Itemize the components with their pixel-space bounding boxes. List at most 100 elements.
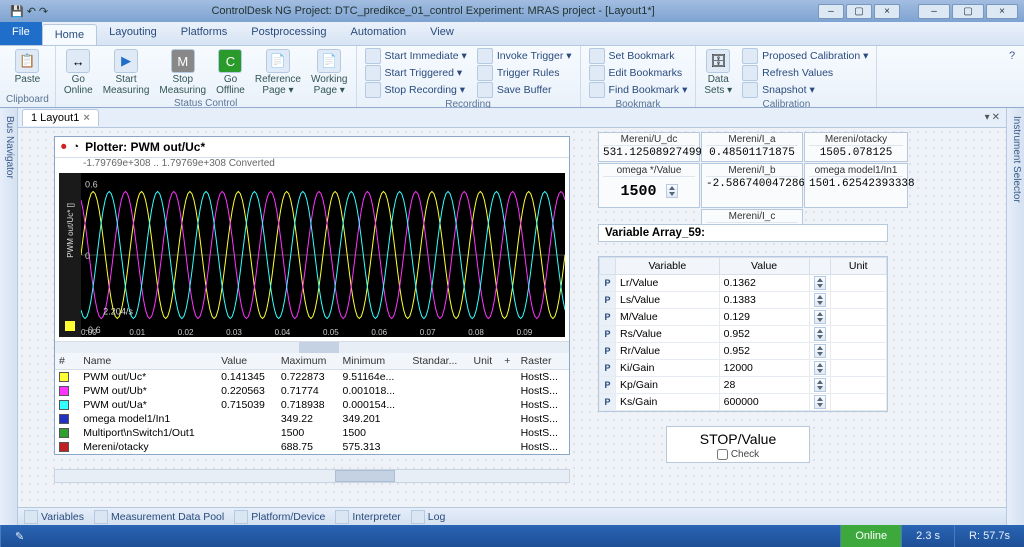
stop-measuring-button[interactable]: MStop Measuring — [157, 48, 208, 97]
ribbon: 📋Paste Clipboard ↔Go Online ▶Start Measu… — [0, 46, 1024, 108]
edit-bookmarks-button[interactable]: Edit Bookmarks — [589, 65, 688, 81]
minimize-button[interactable]: – — [918, 4, 950, 19]
stepper-icon[interactable] — [814, 276, 826, 290]
btab-platform-device[interactable]: Platform/Device — [234, 510, 325, 524]
readout-cell: omega model1/In11501.62542393338 — [804, 163, 908, 208]
stepper-icon[interactable] — [814, 378, 826, 392]
side-bus-navigator[interactable]: Bus Navigator — [3, 112, 16, 521]
stepper-icon[interactable] — [814, 327, 826, 341]
undo-icon[interactable]: ↶ — [27, 5, 36, 18]
stepper-icon[interactable] — [814, 344, 826, 358]
inner-close-button[interactable]: × — [874, 4, 900, 19]
svg-text:0.06: 0.06 — [371, 328, 387, 337]
table-row[interactable]: PKp/Gain28 — [600, 377, 887, 394]
table-row[interactable]: PWM out/Ua*0.7150390.7189380.000154...Ho… — [55, 398, 569, 412]
proposed-calibration-button[interactable]: Proposed Calibration ▾ — [742, 48, 868, 64]
table-row[interactable]: PLs/Value0.1383 — [600, 292, 887, 309]
tab-view[interactable]: View — [418, 22, 466, 45]
btab-interpreter[interactable]: Interpreter — [335, 510, 400, 524]
plot-scrollbar[interactable] — [55, 341, 569, 353]
table-row[interactable]: PRr/Value0.952 — [600, 343, 887, 360]
status-edit-icon[interactable]: ✎ — [0, 525, 38, 547]
panel-close-icon[interactable]: ✕ — [992, 112, 1000, 123]
redo-icon[interactable]: ↷ — [39, 5, 48, 18]
stepper-icon[interactable] — [814, 395, 826, 409]
close-icon[interactable]: × — [83, 112, 89, 124]
table-row[interactable]: Multiport\nSwitch1/Out115001500HostS... — [55, 426, 569, 440]
dock-icon[interactable]: ▾ — [985, 112, 990, 123]
canvas-hscrollbar[interactable] — [54, 469, 570, 483]
snapshot-button[interactable]: Snapshot ▾ — [742, 82, 868, 98]
stop-recording-button[interactable]: Stop Recording ▾ — [365, 82, 467, 98]
btab-variables[interactable]: Variables — [24, 510, 84, 524]
inner-minimize-button[interactable]: – — [818, 4, 844, 19]
bottom-tabstrip: Variables Measurement Data Pool Platform… — [18, 507, 1006, 525]
svg-text:0.05: 0.05 — [323, 328, 339, 337]
working-page-button[interactable]: 📄Working Page ▾ — [309, 48, 350, 97]
tab-platforms[interactable]: Platforms — [169, 22, 239, 45]
table-row[interactable]: PLr/Value0.1362 — [600, 275, 887, 292]
find-bookmark-button[interactable]: Find Bookmark ▾ — [589, 82, 688, 98]
trigger-rules-button[interactable]: Trigger Rules — [477, 65, 572, 81]
svg-text:0.02: 0.02 — [178, 328, 194, 337]
stop-label: STOP/Value — [667, 431, 809, 447]
stepper-icon[interactable] — [814, 310, 826, 324]
signal-table: #NameValueMaximumMinimumStandar...Unit+R… — [55, 353, 569, 454]
start-measuring-button[interactable]: ▶Start Measuring — [101, 48, 152, 97]
tab-file[interactable]: File — [0, 22, 42, 45]
titlebar: 💾 ↶ ↷ ControlDesk NG Project: DTC_predik… — [0, 0, 1024, 22]
ribbon-help-icon[interactable]: ? — [1000, 46, 1024, 107]
layout-tab-label: 1 Layout1 — [31, 112, 79, 124]
side-instrument-selector[interactable]: Instrument Selector — [1010, 112, 1023, 521]
status-elapsed: 2.3 s — [901, 525, 954, 547]
tab-postprocessing[interactable]: Postprocessing — [239, 22, 338, 45]
btab-log[interactable]: Log — [411, 510, 446, 524]
svg-text:0.08: 0.08 — [468, 328, 484, 337]
group-clipboard: Clipboard — [6, 93, 49, 105]
table-row[interactable]: PKi/Gain12000 — [600, 360, 887, 377]
stepper-icon[interactable] — [666, 184, 678, 198]
paste-button[interactable]: 📋Paste — [13, 48, 43, 86]
save-icon[interactable]: 💾 — [10, 5, 24, 18]
record-icon[interactable]: ⏺ — [61, 141, 67, 154]
close-button[interactable]: × — [986, 4, 1018, 19]
stop-checkbox[interactable]: Check — [667, 449, 809, 460]
start-triggered-button[interactable]: Start Triggered ▾ — [365, 65, 467, 81]
plotter-range: -1.79769e+308 .. 1.79769e+308 Converted — [55, 158, 569, 169]
btab-measurement-data-pool[interactable]: Measurement Data Pool — [94, 510, 224, 524]
scope-icon[interactable]: ◔ — [73, 141, 80, 153]
tab-automation[interactable]: Automation — [338, 22, 418, 45]
data-sets-button[interactable]: 🗄Data Sets ▾ — [702, 48, 734, 97]
table-row[interactable]: PRs/Value0.952 — [600, 326, 887, 343]
ribbon-tabstrip: File Home Layouting Platforms Postproces… — [0, 22, 1024, 46]
maximize-button[interactable]: ▢ — [952, 4, 984, 19]
inner-maximize-button[interactable]: ▢ — [846, 4, 872, 19]
stepper-icon[interactable] — [814, 361, 826, 375]
go-online-button[interactable]: ↔Go Online — [62, 48, 95, 97]
start-immediate-button[interactable]: Start Immediate ▾ — [365, 48, 467, 64]
readout-cell: Mereni/I_a0.48501171875 — [701, 132, 803, 162]
invoke-trigger-button[interactable]: Invoke Trigger ▾ — [477, 48, 572, 64]
tab-layouting[interactable]: Layouting — [97, 22, 169, 45]
go-offline-button[interactable]: CGo Offline — [214, 48, 247, 97]
table-row[interactable]: PWM out/Uc*0.1413450.7228739.51164e...Ho… — [55, 370, 569, 385]
layout-tab[interactable]: 1 Layout1 × — [22, 109, 99, 126]
plotter-title: Plotter: PWM out/Uc* — [85, 140, 205, 154]
readout-cell: omega */Value1500 — [598, 163, 700, 208]
set-bookmark-button[interactable]: Set Bookmark — [589, 48, 688, 64]
table-row[interactable]: PM/Value0.129 — [600, 309, 887, 326]
table-row[interactable]: PKs/Gain600000 — [600, 394, 887, 411]
svg-text:0.00: 0.00 — [81, 328, 97, 337]
save-buffer-button[interactable]: Save Buffer — [477, 82, 572, 98]
refresh-values-button[interactable]: Refresh Values — [742, 65, 868, 81]
stepper-icon[interactable] — [814, 293, 826, 307]
layout-canvas[interactable]: ⏺ ◔ Plotter: PWM out/Uc* -1.79769e+308 .… — [18, 128, 1006, 507]
statusbar: ✎ Online 2.3 s R: 57.7s — [0, 525, 1024, 547]
readout-cell: Mereni/U_dc531.125089274993 — [598, 132, 700, 162]
tab-home[interactable]: Home — [42, 24, 97, 45]
plot-area[interactable]: PWM out/Uc* [] 0.6 0 -0.6 2.204/s 0.000.… — [59, 173, 565, 337]
table-row[interactable]: Mereni/otacky688.75575.313HostS... — [55, 440, 569, 454]
table-row[interactable]: PWM out/Ub*0.2205630.717740.001018...Hos… — [55, 384, 569, 398]
reference-page-button[interactable]: 📄Reference Page ▾ — [253, 48, 303, 97]
table-row[interactable]: omega model1/In1349.22349.201HostS... — [55, 412, 569, 426]
